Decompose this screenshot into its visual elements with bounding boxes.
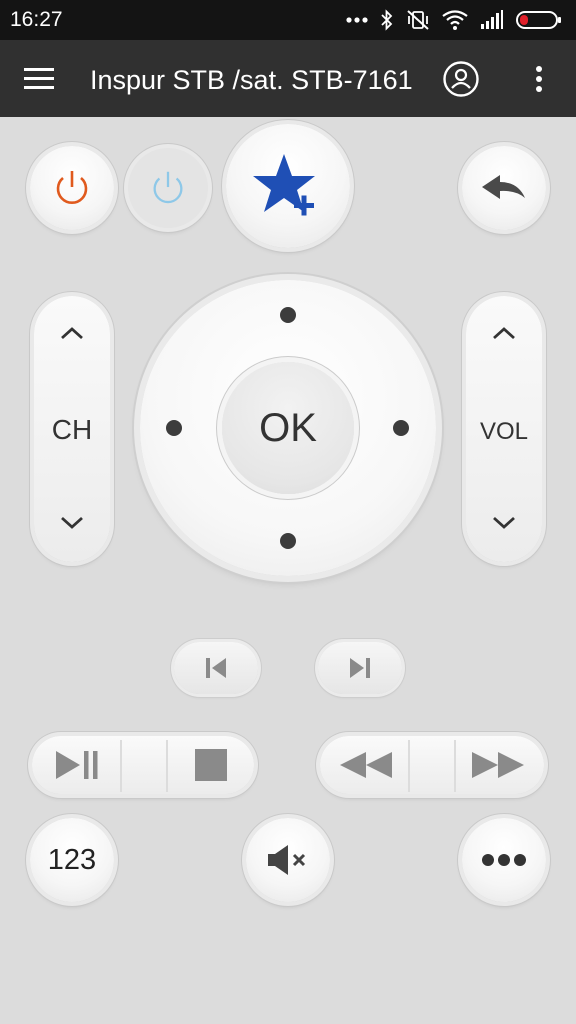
volume-label: VOL [479,418,529,445]
chevron-up-icon [61,327,83,340]
back-arrow-icon [482,175,525,199]
skip-next-button[interactable] [318,642,402,694]
channel-label: CH [51,414,93,445]
stop-icon [195,749,227,781]
app-bar: Inspur STB /sat. STB-7161 [0,40,576,117]
bluetooth-icon [381,9,393,31]
chevron-down-icon [61,516,83,529]
overflow-menu-icon[interactable] [527,64,551,94]
dpad-up[interactable] [280,307,296,323]
numpad-button[interactable]: 123 [30,818,114,902]
mute-button[interactable] [246,818,330,902]
divider [408,740,410,792]
volume-rocker: VOL [466,296,542,562]
dpad-down[interactable] [280,533,296,549]
skip-previous-icon [206,658,226,678]
battery-low-icon [516,11,561,29]
power-icon [56,171,88,205]
dpad-left[interactable] [166,420,182,436]
ok-button[interactable]: OK [222,362,354,494]
channel-rocker: CH [34,296,110,562]
rewind-icon [340,752,392,778]
signal-icon [481,10,503,29]
play-pause-button[interactable] [32,736,120,794]
more-button[interactable] [462,818,546,902]
chevron-down-icon [493,516,515,529]
status-bar: 16:27 [0,0,576,40]
page-title: Inspur STB /sat. STB-7161 [90,65,413,95]
channel-up-button[interactable] [34,296,110,396]
fast-forward-icon [472,752,524,778]
channel-down-button[interactable] [34,462,110,562]
play-pause-icon [56,751,98,779]
stop-button[interactable] [168,736,254,794]
fast-forward-button[interactable] [456,736,544,794]
secondary-power-button[interactable] [128,148,208,228]
chevron-up-icon [493,327,515,340]
vibrate-off-icon [407,10,429,30]
playback-bar [32,736,254,794]
more-dots-icon [482,854,526,866]
volume-down-button[interactable] [466,462,542,562]
menu-icon[interactable] [20,62,58,96]
back-button[interactable] [462,146,546,230]
star-plus-icon [253,154,315,216]
mute-icon [268,845,306,875]
volume-up-button[interactable] [466,296,542,396]
wifi-icon [442,10,468,30]
add-favorite-button[interactable] [226,124,350,248]
status-icons [346,8,562,32]
account-icon[interactable] [442,60,480,98]
rewind-button[interactable] [320,736,408,794]
seek-bar [320,736,544,794]
power-icon [153,171,183,204]
more-dots-icon [346,17,368,23]
skip-next-icon [350,658,370,678]
dpad-right[interactable] [393,420,409,436]
divider [120,740,122,792]
skip-previous-button[interactable] [174,642,258,694]
status-time: 16:27 [10,8,63,31]
power-button[interactable] [30,146,114,230]
